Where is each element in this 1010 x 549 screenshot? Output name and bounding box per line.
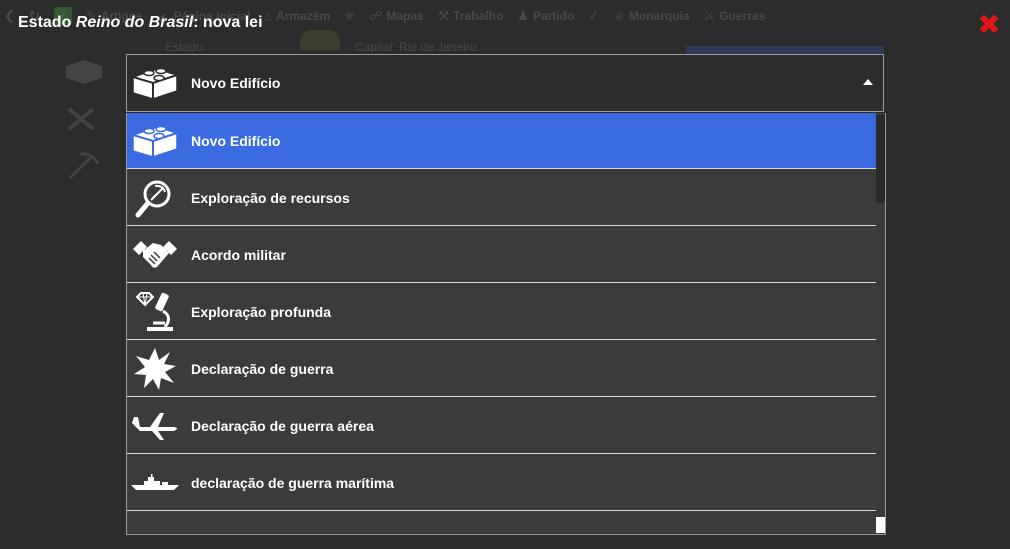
- option-resource-exploration[interactable]: Exploração de recursos: [127, 170, 876, 226]
- bg-tools-icon: [66, 106, 96, 137]
- select-current-value: Novo Edifício: [191, 75, 281, 91]
- option-partial[interactable]: [127, 512, 876, 535]
- nav-check: ✓: [588, 8, 599, 24]
- close-button[interactable]: ✖: [976, 9, 1002, 40]
- option-war-declaration[interactable]: Declaração de guerra: [127, 341, 876, 397]
- law-type-select[interactable]: Novo Edifício: [126, 54, 884, 112]
- bg-pickaxe-icon: [66, 150, 100, 185]
- title-suffix: : nova lei: [193, 14, 263, 31]
- explosion-icon: [129, 343, 181, 395]
- back-arrow-icon: ❮: [4, 8, 15, 23]
- nav-monarchy: ♕ Monarquia: [613, 8, 689, 24]
- option-new-building[interactable]: Novo Edifício: [127, 113, 876, 169]
- option-naval-war-declaration[interactable]: declaração de guerra marítima: [127, 455, 876, 511]
- map-icon: ☍: [369, 8, 383, 23]
- crown-icon: ♕: [613, 8, 625, 23]
- option-label: declaração de guerra marítima: [191, 474, 395, 491]
- warehouse-icon: ⌂: [264, 8, 273, 24]
- war-icon: ⚔: [703, 8, 716, 23]
- option-military-agreement[interactable]: Acordo militar: [127, 227, 876, 283]
- party-icon: ♟: [517, 8, 529, 23]
- option-label: Declaração de guerra aérea: [191, 417, 374, 434]
- option-label: Novo Edifício: [191, 132, 281, 149]
- state-crest: [300, 30, 340, 50]
- nav-back: ❮: [4, 8, 15, 24]
- dropdown-scrollbar-end[interactable]: [876, 517, 885, 533]
- nav-warehouse: ⌂ Armazém: [264, 9, 330, 24]
- nav-wars: ⚔ Guerras: [704, 8, 766, 24]
- modal-title: Estado Reino do Brasil: nova lei: [18, 14, 263, 32]
- option-label: Exploração de recursos: [191, 189, 350, 206]
- nav-party-label: Partido: [532, 9, 575, 23]
- magnifier-pickaxe-icon: [129, 172, 181, 224]
- dropdown-scrollbar-thumb[interactable]: [876, 115, 885, 203]
- capital-label: Capital: Rio de Janeiro: [355, 40, 477, 54]
- handshake-icon: [129, 229, 181, 281]
- nav-work-label: Trabalho: [453, 9, 504, 23]
- title-prefix: Estado: [18, 14, 76, 31]
- nav-maps-label: Mapas: [386, 9, 424, 23]
- option-air-war-declaration[interactable]: Declaração de guerra aérea: [127, 398, 876, 454]
- warship-icon: [129, 457, 181, 509]
- pickaxe-icon: ⚒: [437, 8, 450, 23]
- nav-warehouse-label: Armazém: [276, 9, 331, 23]
- bg-brick-icon: [64, 56, 104, 89]
- check-icon: ✓: [588, 8, 600, 23]
- brick-icon: [129, 115, 181, 167]
- title-state-name: Reino do Brasil: [75, 14, 194, 31]
- option-label: Acordo militar: [191, 246, 286, 263]
- nav-maps: ☍ Mapas: [369, 8, 424, 24]
- option-label: Exploração profunda: [191, 303, 332, 320]
- option-icon-placeholder: [129, 514, 181, 535]
- nav-work: ⚒ Trabalho: [438, 8, 504, 24]
- option-deep-exploration[interactable]: Exploração profunda: [127, 284, 876, 340]
- nav-wars-label: Guerras: [719, 9, 766, 23]
- airplane-icon: [129, 400, 181, 452]
- chevron-up-icon[interactable]: [863, 79, 873, 85]
- nav-factory: ✯: [344, 8, 355, 24]
- close-icon: ✖: [977, 9, 1001, 40]
- state-label: Estado:: [165, 40, 206, 54]
- nav-party: ♟ Partido: [517, 8, 574, 24]
- law-type-dropdown-list[interactable]: Novo Edifício Exploração de recursos Aco…: [126, 113, 886, 535]
- nav-monarchy-label: Monarquia: [628, 9, 690, 23]
- option-label: Declaração de guerra: [191, 360, 334, 377]
- microscope-diamond-icon: [129, 286, 181, 338]
- factory-icon: ✯: [344, 8, 356, 23]
- brick-icon: [129, 57, 181, 109]
